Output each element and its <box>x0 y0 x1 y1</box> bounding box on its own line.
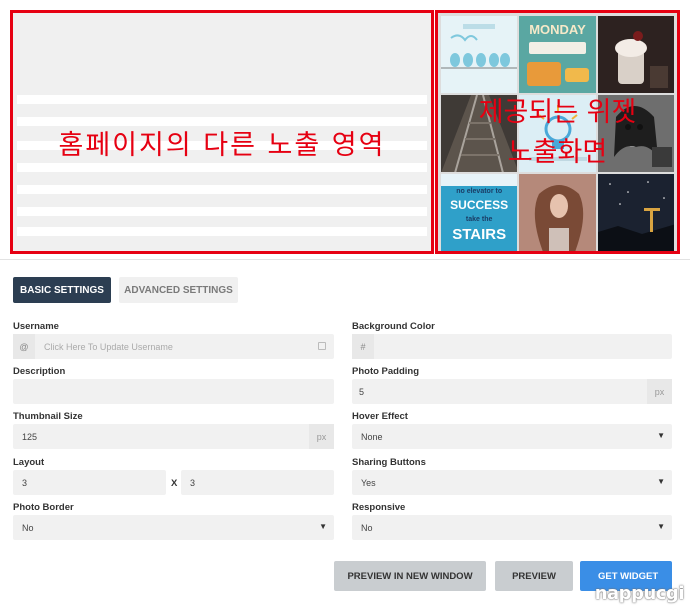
photo-padding-label: Photo Padding <box>352 366 420 377</box>
username-input[interactable]: @ Click Here To Update Username <box>13 334 334 359</box>
layout-rows-input[interactable]: 3 <box>181 470 334 495</box>
photo-border-label: Photo Border <box>13 502 74 513</box>
responsive-label: Responsive <box>352 502 406 513</box>
instagram-widget-preview: MONDAY no elevator to SUCCESS take the S… <box>435 10 680 254</box>
hair-image <box>519 174 596 251</box>
widget-caption-line1: 제공되는 위젯 <box>478 97 637 128</box>
widget-caption: 제공되는 위젯 노출화면 <box>438 93 677 173</box>
thumbnail-size-input[interactable]: 125 px <box>13 424 334 449</box>
widget-caption-line2: 노출화면 <box>507 137 608 168</box>
thumbnail-size-value: 125 <box>22 432 38 442</box>
sharing-buttons-value: Yes <box>361 478 376 488</box>
placeholder-caption: 홈페이지의 다른 노출 영역 <box>58 130 386 161</box>
preview-button[interactable]: PREVIEW <box>495 561 573 591</box>
chevron-down-icon: ▼ <box>657 522 665 531</box>
chevron-down-icon: ▼ <box>657 431 665 440</box>
stairs-quote-line4: STAIRS <box>452 226 507 243</box>
chevron-down-icon: ▼ <box>657 477 665 486</box>
photo-border-value: No <box>22 523 34 533</box>
responsive-value: No <box>361 523 373 533</box>
hash-prefix: # <box>352 334 374 359</box>
username-label: Username <box>13 321 59 332</box>
placeholder-stripe <box>17 207 427 216</box>
stairs-quote-line3: take the <box>465 216 493 223</box>
at-prefix: @ <box>13 334 35 359</box>
stairs-top-band <box>441 174 518 186</box>
background-color-input[interactable]: # <box>352 334 672 359</box>
placeholder-stripe <box>17 185 427 194</box>
username-placeholder: Click Here To Update Username <box>44 342 173 352</box>
px-suffix: px <box>647 379 672 404</box>
layout-label: Layout <box>13 457 45 468</box>
photo-tile-monday[interactable]: MONDAY <box>519 16 596 93</box>
photo-border-select[interactable]: No ▼ <box>13 515 334 540</box>
placeholder-stripe <box>17 95 427 104</box>
tab-advanced-settings[interactable]: ADVANCED SETTINGS <box>119 277 238 303</box>
hover-effect-select[interactable]: None ▼ <box>352 424 672 449</box>
night-sky-image <box>597 174 674 251</box>
placeholder-stripe <box>17 163 427 172</box>
photo-tile-birds[interactable] <box>441 16 518 93</box>
monday-text: MONDAY <box>529 22 586 37</box>
thumbnail-size-label: Thumbnail Size <box>13 411 83 422</box>
sign-strip <box>529 42 586 54</box>
up-panel <box>527 62 562 86</box>
sharing-buttons-label: Sharing Buttons <box>352 457 426 468</box>
photo-tile-dessert[interactable] <box>597 16 674 93</box>
responsive-select[interactable]: No ▼ <box>352 515 672 540</box>
photo-padding-value: 5 <box>359 387 365 397</box>
layout-rows-value: 3 <box>190 478 196 488</box>
sharing-buttons-select[interactable]: Yes ▼ <box>352 470 672 495</box>
layout-columns-input[interactable]: 3 <box>13 470 166 495</box>
hover-effect-label: Hover Effect <box>352 411 408 422</box>
birds-image <box>441 24 518 69</box>
description-label: Description <box>13 366 66 377</box>
chevron-down-icon: ▼ <box>319 522 327 531</box>
photo-tile-hair[interactable] <box>519 174 596 251</box>
placeholder-stripe <box>17 227 427 236</box>
photo-padding-input[interactable]: 5 px <box>352 379 672 404</box>
photo-tile-night-sky[interactable] <box>597 174 674 251</box>
layout-separator: X <box>171 478 178 489</box>
dessert-image <box>614 31 668 88</box>
background-color-label: Background Color <box>352 321 435 332</box>
layout-columns-value: 3 <box>22 478 28 488</box>
stairs-quote-line2: SUCCESS <box>450 198 509 212</box>
tab-basic-settings[interactable]: BASIC SETTINGS <box>13 277 111 303</box>
edit-icon[interactable] <box>318 342 326 350</box>
widget-preview-area: 홈페이지의 다른 노출 영역 MONDAY no elevator to SUC… <box>0 0 690 260</box>
px-suffix: px <box>309 424 334 449</box>
watermark-logo: nappucgi <box>594 583 685 604</box>
homepage-placeholder-box: 홈페이지의 다른 노출 영역 <box>10 10 434 254</box>
orange-panel <box>565 68 590 82</box>
description-input[interactable] <box>13 379 334 404</box>
preview-in-new-window-button[interactable]: PREVIEW IN NEW WINDOW <box>334 561 486 591</box>
photo-tile-stairs-quote[interactable]: no elevator to SUCCESS take the STAIRS <box>441 174 518 251</box>
stairs-quote-line1: no elevator to <box>456 188 503 195</box>
hover-effect-value: None <box>361 432 383 442</box>
